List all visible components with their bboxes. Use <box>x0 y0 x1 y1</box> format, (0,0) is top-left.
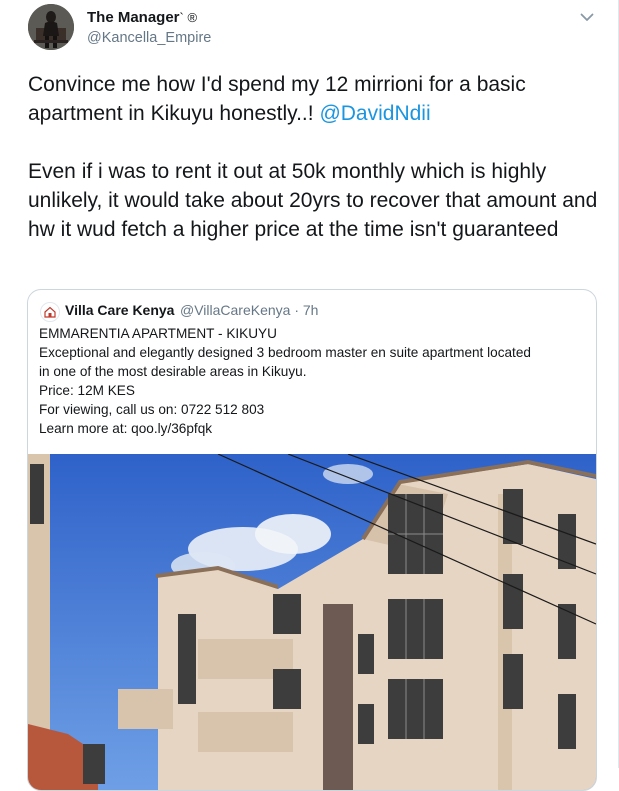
quoted-link-line: Learn more at: qoo.ly/36pfqk <box>39 421 213 436</box>
quoted-handle-time: @VillaCareKenya · 7h <box>180 302 319 318</box>
author-name-text[interactable]: The Manager <box>87 9 180 26</box>
tweet-text: Convince me how I'd spend my 12 mirrioni… <box>28 70 598 244</box>
quoted-tweet[interactable]: Villa Care Kenya @VillaCareKenya · 7h EM… <box>27 289 597 791</box>
avatar-figure-icon <box>28 4 74 50</box>
mention-link[interactable]: @DavidNdii <box>319 102 430 125</box>
author-name-symbols: ` ® <box>179 10 198 25</box>
quoted-line: For viewing, call us on: 0722 512 803 <box>39 402 265 417</box>
tweet-card: The Manager` ® @Kancella_Empire Convince… <box>0 0 619 791</box>
quoted-line: EMMARENTIA APARTMENT - KIKUYU <box>39 326 277 341</box>
quoted-line: Price: 12M KES <box>39 383 135 398</box>
apartment-photo[interactable] <box>28 454 596 791</box>
quoted-line: Exceptional and elegantly designed 3 bed… <box>39 345 531 360</box>
tweet-text-line1: Convince me how I'd spend my 12 mirrioni… <box>28 73 532 125</box>
tweet-text-paragraph2: Even if i was to rent it out at 50k mont… <box>28 160 604 241</box>
quoted-avatar <box>40 302 60 322</box>
chevron-down-icon[interactable] <box>578 8 596 26</box>
author-handle[interactable]: @Kancella_Empire <box>87 30 211 46</box>
quoted-text: EMMARENTIA APARTMENT - KIKUYU Exceptiona… <box>39 324 589 438</box>
author-display-name[interactable]: The Manager` ® <box>87 9 197 26</box>
author-avatar[interactable] <box>28 4 74 50</box>
house-logo-icon <box>44 306 56 318</box>
quoted-display-name: Villa Care Kenya <box>65 302 175 318</box>
quoted-line: in one of the most desirable areas in Ki… <box>39 364 307 379</box>
